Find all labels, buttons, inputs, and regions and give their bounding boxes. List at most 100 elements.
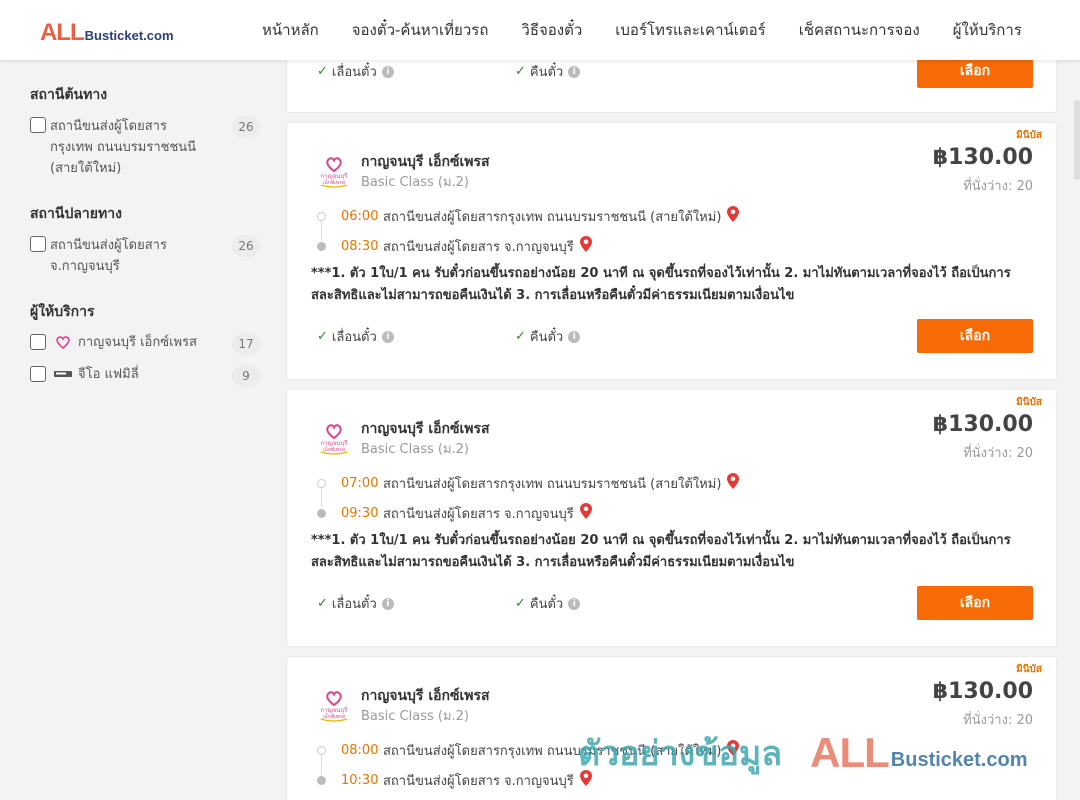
svg-text:เอ็กซ์เพรส: เอ็กซ์เพรส (323, 712, 345, 720)
arrival-dot (317, 242, 326, 251)
kanchanaburi-express-logo-icon: กาญจนบุรี เอ็กซ์เพรส (315, 685, 353, 723)
nav-phone-counter[interactable]: เบอร์โทรและเคาน์เตอร์ (615, 18, 765, 42)
minibus-badge: มินิบัส (1016, 664, 1042, 675)
arrival-station: สถานีขนส่งผู้โดยสาร จ.กาญจนบุรี (383, 239, 574, 255)
refund-label: คืนตั๋ว (529, 65, 564, 80)
departure-stop: 07:00 สถานีขนส่งผู้โดยสารกรุงเทพ ถนนบรมร… (317, 468, 1017, 498)
nav-operators[interactable]: ผู้ให้บริการ (953, 18, 1022, 42)
seats-available: ที่นั่งว่าง: 20 (963, 446, 1033, 461)
trip-note: ***1. ตัว 1ใบ/1 คน รับตั๋วก่อนขึ้นรถอย่า… (311, 266, 1011, 303)
check-icon: ✓ (515, 596, 526, 611)
bus-class: Basic Class (ม.2) (361, 442, 469, 457)
destination-option-label: สถานีขนส่งผู้โดยสาร จ.กาญจนบุรี (50, 238, 167, 274)
origin-filter-title: สถานีต้นทาง (30, 87, 108, 103)
origin-filter: สถานีต้นทาง สถานีขนส่งผู้โดยสารกรุงเทพ ถ… (30, 84, 260, 179)
trip-route: 08:00 สถานีขนส่งผู้โดยสารกรุงเทพ ถนนบรมร… (317, 735, 1017, 795)
arrival-station: สถานีขนส่งผู้โดยสาร จ.กาญจนบุรี (383, 506, 574, 522)
map-pin-icon[interactable] (579, 236, 592, 256)
bus-class: Basic Class (ม.2) (361, 175, 469, 190)
departure-time: 07:00 (341, 475, 379, 491)
departure-time: 08:00 (341, 742, 379, 758)
bus-class: Basic Class (ม.2) (361, 709, 469, 724)
seat-change-policy: ✓ เลื่อนตั๋ว i (317, 593, 394, 614)
info-icon[interactable]: i (568, 597, 581, 610)
refund-policy: ✓ คืนตั๋ว i (515, 326, 581, 347)
info-icon[interactable]: i (568, 330, 581, 343)
departure-stop: 06:00 สถานีขนส่งผู้โดยสารกรุงเทพ ถนนบรมร… (317, 201, 1017, 231)
departure-station: สถานีขนส่งผู้โดยสารกรุงเทพ ถนนบรมราชชนนี… (383, 476, 722, 492)
operator-checkbox-kanchanaburi[interactable] (30, 334, 46, 350)
info-icon[interactable]: i (381, 330, 394, 343)
scrollbar[interactable] (1074, 100, 1080, 180)
origin-checkbox[interactable] (30, 117, 46, 133)
departure-stop: 08:00 สถานีขนส่งผู้โดยสารกรุงเทพ ถนนบรมร… (317, 735, 1017, 765)
trip-card: มินิบัส กาญจนบุรี เอ็กซ์เพรส กาญจนบุรี เอ… (286, 656, 1057, 800)
departure-station: สถานีขนส่งผู้โดยสารกรุงเทพ ถนนบรมราชชนนี… (383, 743, 722, 759)
info-icon[interactable]: i (381, 597, 394, 610)
refund-policy: ✓ คืนตั๋ว i (515, 593, 581, 614)
svg-text:เอ็กซ์เพรส: เอ็กซ์เพรส (323, 178, 345, 186)
refund-label: คืนตั๋ว (529, 597, 564, 612)
operator-filter-title: ผู้ให้บริการ (30, 304, 95, 320)
destination-checkbox[interactable] (30, 236, 46, 252)
origin-option[interactable]: สถานีขนส่งผู้โดยสารกรุงเทพ ถนนบรมราชชนนี… (30, 116, 260, 179)
nav-home[interactable]: หน้าหลัก (262, 18, 319, 42)
nav-check-booking[interactable]: เช็คสถานะการจอง (799, 18, 920, 42)
filter-sidebar: สถานีต้นทาง สถานีขนส่งผู้โดยสารกรุงเทพ ถ… (30, 60, 260, 397)
seat-change-policy: ✓ เลื่อนตั๋ว i (317, 326, 394, 347)
operator-option-geo-family[interactable]: จีโอ แฟมิลี่ 9 (30, 365, 260, 389)
trip-card: มินิบัส กาญจนบุรี เอ็กซ์เพรส กาญจนบุรี เอ… (286, 122, 1057, 380)
operator-checkbox-geo-family[interactable] (30, 366, 46, 382)
seat-change-policy: ✓ เลื่อนตั๋ว i (317, 61, 394, 82)
departure-dot (317, 212, 326, 221)
kanchanaburi-express-logo-icon (54, 333, 72, 351)
svg-text:เอ็กซ์เพรส: เอ็กซ์เพรส (323, 445, 345, 453)
trip-price: ฿130.00 (932, 145, 1033, 170)
map-pin-icon[interactable] (727, 740, 740, 760)
svg-text:กาญจนบุรี: กาญจนบุรี (321, 172, 349, 180)
kanchanaburi-express-logo-icon: กาญจนบุรี เอ็กซ์เพรส (315, 151, 353, 189)
arrival-dot (317, 509, 326, 518)
operator-name: กาญจนบุรี เอ็กซ์เพรส (361, 688, 490, 704)
nav-how-to-book[interactable]: วิธีจองตั๋ว (521, 18, 582, 42)
info-icon[interactable]: i (381, 65, 394, 78)
check-icon: ✓ (515, 329, 526, 344)
select-button[interactable]: เลือก (917, 319, 1033, 353)
destination-option[interactable]: สถานีขนส่งผู้โดยสาร จ.กาญจนบุรี 26 (30, 235, 260, 277)
operator-option-count: 17 (232, 333, 260, 355)
map-pin-icon[interactable] (579, 503, 592, 523)
departure-station: สถานีขนส่งผู้โดยสารกรุงเทพ ถนนบรมราชชนนี… (383, 209, 722, 225)
destination-filter: สถานีปลายทาง สถานีขนส่งผู้โดยสาร จ.กาญจน… (30, 203, 260, 277)
trip-price: ฿130.00 (932, 679, 1033, 704)
map-pin-icon[interactable] (727, 206, 740, 226)
logo-busticket-text: Busticket.com (84, 28, 174, 43)
check-icon: ✓ (317, 596, 328, 611)
info-icon[interactable]: i (568, 65, 581, 78)
nav-book-search[interactable]: จองตั๋ว-ค้นหาเที่ยวรถ (352, 18, 489, 42)
refund-label: คืนตั๋ว (529, 330, 564, 345)
seat-change-label: เลื่อนตั๋ว (331, 330, 377, 345)
arrival-station: สถานีขนส่งผู้โดยสาร จ.กาญจนบุรี (383, 773, 574, 789)
departure-time: 06:00 (341, 208, 379, 224)
operator-option-label: กาญจนบุรี เอ็กซ์เพรส (78, 335, 197, 350)
map-pin-icon[interactable] (579, 770, 592, 790)
kanchanaburi-express-logo-icon: กาญจนบุรี เอ็กซ์เพรส (315, 418, 353, 456)
select-button[interactable]: เลือก (917, 586, 1033, 620)
refund-policy: ✓ คืนตั๋ว i (515, 61, 581, 82)
check-icon: ✓ (317, 64, 328, 79)
operator-name: กาญจนบุรี เอ็กซ์เพรส (361, 421, 490, 437)
arrival-stop: 09:30 สถานีขนส่งผู้โดยสาร จ.กาญจนบุรี (317, 498, 1017, 528)
operator-option-count: 9 (232, 365, 260, 387)
trip-route: 07:00 สถานีขนส่งผู้โดยสารกรุงเทพ ถนนบรมร… (317, 468, 1017, 528)
departure-dot (317, 746, 326, 755)
operator-option-kanchanaburi[interactable]: กาญจนบุรี เอ็กซ์เพรส 17 (30, 333, 260, 357)
arrival-time: 09:30 (341, 505, 379, 521)
arrival-time: 10:30 (341, 772, 379, 788)
map-pin-icon[interactable] (727, 473, 740, 493)
arrival-stop: 10:30 สถานีขนส่งผู้โดยสาร จ.กาญจนบุรี (317, 765, 1017, 795)
site-logo[interactable]: ALL Busticket.com (40, 19, 174, 46)
check-icon: ✓ (515, 64, 526, 79)
destination-filter-title: สถานีปลายทาง (30, 206, 122, 222)
destination-option-count: 26 (232, 235, 260, 257)
trip-note: ***1. ตัว 1ใบ/1 คน รับตั๋วก่อนขึ้นรถอย่า… (311, 533, 1011, 570)
